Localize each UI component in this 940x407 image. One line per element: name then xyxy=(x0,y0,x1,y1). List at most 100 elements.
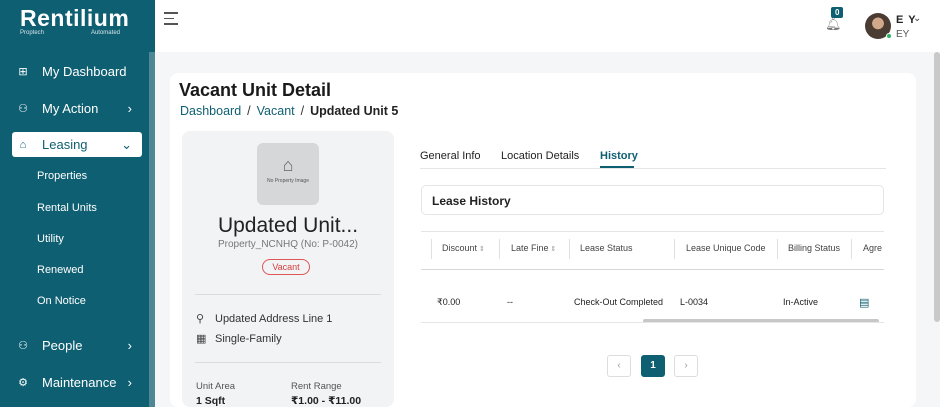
sidebar-item-label: Maintenance xyxy=(42,374,117,390)
sidebar-sub-utility[interactable]: Utility xyxy=(37,233,64,245)
main-card: Vacant Unit Detail Dashboard / Vacant / … xyxy=(170,73,916,407)
column-header-agreement: Agre xyxy=(863,243,883,253)
document-icon[interactable]: ▤ xyxy=(859,296,869,309)
divider xyxy=(195,362,381,363)
sidebar-scrollbar[interactable] xyxy=(149,52,155,407)
unit-area-value: 1 Sqft xyxy=(196,395,226,407)
cell-lease-status: Check-Out Completed xyxy=(574,297,664,307)
sidebar-sub-rental-units[interactable]: Rental Units xyxy=(37,202,97,214)
rent-range-label: Rent Range xyxy=(291,381,342,392)
cell-late-fine: -- xyxy=(507,297,513,307)
pagination-page-1[interactable]: 1 xyxy=(641,355,665,377)
column-divider xyxy=(569,239,570,259)
pagination-next-button[interactable]: › xyxy=(674,355,698,377)
sidebar-sub-renewed[interactable]: Renewed xyxy=(37,264,83,276)
column-header-late-fine[interactable]: Late Fine ⇕ xyxy=(511,243,556,253)
brand-logo[interactable]: Rentilium Proptech Automated xyxy=(0,0,155,50)
top-header: 🔔︎ 0 E Y ⌄ EY xyxy=(155,0,940,52)
property-code: Property_NCNHQ (No: P-0042) xyxy=(217,239,359,250)
column-divider xyxy=(499,239,500,259)
page-title: Vacant Unit Detail xyxy=(179,80,332,100)
lease-icon: ⌂ xyxy=(19,138,27,151)
rent-range-value: ₹1.00 - ₹11.00 xyxy=(291,395,362,407)
table-header-line xyxy=(421,269,884,270)
chevron-down-icon[interactable]: ⌄ xyxy=(913,13,921,24)
breadcrumb-current: Updated Unit 5 xyxy=(310,104,399,118)
divider xyxy=(195,294,381,295)
cell-billing-status: In-Active xyxy=(783,297,819,307)
column-header-discount[interactable]: Discount ⇕ xyxy=(442,243,485,253)
sidebar-item-label: People xyxy=(42,337,83,353)
column-divider xyxy=(431,239,432,259)
sidebar-item-maintenance[interactable]: ⚙ Maintenance › xyxy=(12,370,142,394)
sidebar-sub-on-notice[interactable]: On Notice xyxy=(37,295,86,307)
notification-badge: 0 xyxy=(831,7,844,18)
unit-area-label: Unit Area xyxy=(196,381,236,392)
cell-discount: ₹0.00 xyxy=(437,297,461,307)
status-badge: Vacant xyxy=(262,259,310,275)
column-divider xyxy=(777,239,778,259)
sidebar-item-label: My Dashboard xyxy=(42,63,127,79)
tab-general-info[interactable]: General Info xyxy=(420,150,481,162)
online-status-dot xyxy=(886,33,892,39)
people-icon: ⚇ xyxy=(18,339,28,352)
sidebar-item-my-action[interactable]: ⚇ My Action › xyxy=(12,96,142,120)
table-horizontal-scrollbar[interactable] xyxy=(643,319,879,322)
sidebar-item-people[interactable]: ⚇ People › xyxy=(12,333,142,357)
house-icon: ⌂ xyxy=(282,155,294,175)
sort-icon[interactable]: ⇕ xyxy=(479,246,485,253)
breadcrumb-separator: / xyxy=(300,104,305,118)
tools-icon: ⚙ xyxy=(18,376,28,389)
page-scrollbar[interactable] xyxy=(934,52,940,322)
pagination-prev-button[interactable]: ‹ xyxy=(607,355,631,377)
unit-type-text: Single-Family xyxy=(215,332,282,345)
breadcrumb-dashboard[interactable]: Dashboard xyxy=(180,104,241,118)
menu-icon[interactable] xyxy=(164,12,178,29)
cell-lease-code: L-0034 xyxy=(680,297,709,307)
sidebar-item-label: Leasing xyxy=(42,137,88,152)
user-subtitle: EY xyxy=(896,29,910,40)
breadcrumb-vacant[interactable]: Vacant xyxy=(257,104,295,118)
tab-bar-line xyxy=(420,168,886,169)
lease-history-table: Discount ⇕ Late Fine ⇕ Lease Status Lease … xyxy=(421,231,884,323)
chevron-right-icon: › xyxy=(127,374,132,390)
sidebar-sub-properties[interactable]: Properties xyxy=(37,170,87,182)
chevron-right-icon: › xyxy=(127,100,132,116)
column-header-label: Discount xyxy=(442,243,478,253)
brand-tag-right: Automated xyxy=(90,30,120,36)
sidebar-item-leasing[interactable]: ⌂ Leasing ⌄ xyxy=(12,132,142,157)
sidebar: Rentilium Proptech Automated ⊞ My Dashbo… xyxy=(0,0,155,407)
chevron-down-icon: ⌄ xyxy=(121,136,132,152)
lease-history-title: Lease History xyxy=(432,194,511,208)
building-icon: ▦ xyxy=(196,333,207,345)
bell-icon[interactable]: 🔔︎ xyxy=(825,16,842,32)
sidebar-item-label: My Action xyxy=(42,100,99,116)
column-header-billing-status: Billing Status xyxy=(788,243,841,253)
unit-name: Updated Unit... xyxy=(217,214,359,237)
address-row: ⚲ Updated Address Line 1 xyxy=(196,312,333,326)
tab-history[interactable]: History xyxy=(600,150,638,162)
active-tab-indicator xyxy=(600,166,634,168)
sidebar-item-dashboard[interactable]: ⊞ My Dashboard xyxy=(12,59,142,83)
address-text: Updated Address Line 1 xyxy=(215,312,333,325)
no-image-caption: No Property Image xyxy=(267,178,309,184)
tab-location-details[interactable]: Location Details xyxy=(501,150,579,162)
unit-type-row: ▦ Single-Family xyxy=(196,332,282,346)
column-divider xyxy=(851,239,852,259)
breadcrumb: Dashboard / Vacant / Updated Unit 5 xyxy=(180,104,398,118)
unit-detail-panel: ⌂ No Property Image Updated Unit... Prop… xyxy=(182,131,394,407)
brand-tag-left: Proptech xyxy=(20,30,45,36)
chevron-right-icon: › xyxy=(127,337,132,353)
brand-name: Rentilium xyxy=(20,5,130,31)
column-header-label: Late Fine xyxy=(511,243,549,253)
lease-history-header: Lease History xyxy=(421,185,884,215)
column-divider xyxy=(674,239,675,259)
sort-icon[interactable]: ⇕ xyxy=(551,246,557,253)
user-action-icon: ⚇ xyxy=(18,102,28,115)
location-pin-icon: ⚲ xyxy=(196,313,205,325)
grid-icon: ⊞ xyxy=(18,65,28,78)
breadcrumb-separator: / xyxy=(247,104,251,118)
column-header-lease-status: Lease Status xyxy=(580,243,633,253)
column-header-lease-code: Lease Unique Code xyxy=(686,243,766,253)
property-image-placeholder: ⌂ No Property Image xyxy=(257,143,319,205)
